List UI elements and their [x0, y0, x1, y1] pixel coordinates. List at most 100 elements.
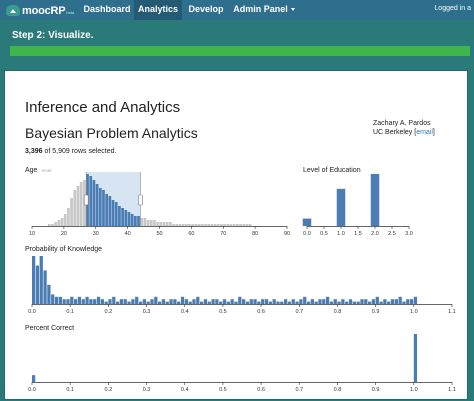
age-bar — [76, 186, 80, 226]
probability-bar — [345, 301, 349, 304]
age-bar — [124, 210, 128, 226]
age-x-tick-label: 20 — [61, 231, 67, 237]
probability-bar — [410, 299, 414, 304]
probability-bar — [238, 296, 242, 304]
age-bar — [185, 224, 188, 226]
probability-bar — [261, 299, 265, 304]
probability-bar — [333, 299, 337, 304]
probability-x-tick-label: 0.2 — [105, 309, 113, 315]
probability-bar — [299, 299, 303, 304]
nav-admin-panel[interactable]: Admin Panel — [232, 0, 296, 20]
probability-bar — [123, 299, 127, 304]
probability-bar — [116, 301, 120, 304]
nav-develop-label: Develop — [188, 4, 224, 14]
probability-bar — [32, 256, 36, 304]
probability-x-tick-label: 0.1 — [66, 309, 74, 315]
probability-bar — [318, 299, 322, 304]
probability-bar — [364, 299, 368, 304]
probability-bar — [119, 299, 124, 304]
age-bar — [236, 224, 239, 226]
probability-x-tick-label: 0.9 — [372, 309, 380, 315]
age-bar — [137, 216, 140, 226]
probability-x-tick-label: 1.0 — [410, 309, 418, 315]
age-bar — [162, 222, 166, 226]
age-bar — [213, 224, 217, 226]
probability-bar — [276, 301, 280, 304]
probability-bar — [368, 301, 372, 304]
percent-correct-x-tick-label: 0.6 — [257, 387, 265, 393]
probability-bar — [268, 301, 272, 304]
age-bar — [175, 224, 179, 226]
age-brush-handle-left — [83, 194, 89, 206]
percent-correct-x-tick-label: 0.4 — [181, 387, 189, 393]
visualization-panel: Inference and Analytics Bayesian Problem… — [4, 70, 468, 400]
percent-correct-x-tick-label: 0.7 — [295, 387, 303, 393]
age-bar — [159, 222, 163, 226]
age-bar — [242, 224, 246, 226]
age-bar — [73, 190, 77, 226]
age-bar — [248, 224, 252, 226]
probability-bar — [314, 301, 318, 304]
age-bar — [108, 196, 112, 226]
probability-bar — [100, 299, 104, 304]
age-brush-handle-right — [138, 194, 143, 206]
probability-bar — [112, 296, 116, 304]
probability-bar — [196, 296, 200, 304]
nav-analytics[interactable]: Analytics — [134, 0, 182, 20]
age-bar — [149, 220, 153, 226]
age-bar — [245, 224, 249, 226]
moocrp-logo[interactable]: moocRP beta — [6, 3, 74, 18]
probability-bar — [74, 299, 78, 304]
probability-bar — [70, 296, 74, 304]
age-bar — [111, 200, 115, 226]
probability-bar — [81, 299, 85, 304]
age-x-tick-label: 90 — [284, 231, 290, 237]
age-bar — [191, 224, 195, 226]
age-bar — [232, 224, 236, 226]
probability-bar — [165, 301, 169, 304]
percent-correct-x-tick-label: 0.3 — [143, 387, 151, 393]
probability-bar — [280, 301, 284, 304]
nav-dashboard[interactable]: Dashboard — [80, 0, 134, 20]
nav-analytics-label: Analytics — [137, 4, 179, 14]
education-x-tick-label: 1.0 — [337, 231, 345, 237]
percent-correct-bar — [413, 334, 418, 382]
percent-correct-x-tick-label: 0.1 — [66, 387, 74, 393]
probability-bar — [39, 256, 43, 304]
probability-bar — [146, 301, 150, 304]
nav-dashboard-label: Dashboard — [83, 4, 131, 14]
age-bar — [98, 188, 102, 226]
nav-admin-panel-label: Admin Panel — [233, 4, 288, 14]
age-bar — [130, 214, 134, 226]
nav-develop[interactable]: Develop — [183, 0, 229, 20]
age-bar — [47, 224, 51, 226]
charts-canvas[interactable]: 10 20 30 40 50 60 70 80 90 0.0 0.5 1.0 1.5 2.0 2.5 3.0 0… — [5, 71, 469, 401]
age-bar — [118, 206, 121, 226]
probability-bar — [253, 299, 257, 304]
probability-bar — [406, 299, 410, 304]
probability-bar — [131, 299, 135, 304]
age-bar — [165, 222, 169, 226]
percent-correct-x-tick-label: 0.2 — [105, 387, 113, 393]
probability-bar — [127, 301, 131, 304]
age-bar — [226, 224, 230, 226]
probability-bar — [142, 299, 146, 304]
probability-bar — [234, 301, 238, 304]
probability-bar — [230, 299, 234, 304]
probability-bar — [375, 296, 379, 304]
probability-bar — [222, 299, 227, 304]
login-status[interactable]: Logged in a — [434, 0, 471, 20]
probability-bar — [188, 301, 192, 304]
age-bar — [95, 184, 99, 226]
education-x-tick-label: 0.0 — [303, 231, 311, 237]
probability-bar — [135, 296, 139, 304]
age-x-tick-label: 40 — [125, 231, 131, 237]
probability-bar — [284, 299, 288, 304]
probability-bar — [322, 299, 326, 304]
age-bar — [60, 218, 64, 226]
probability-bar — [85, 296, 89, 304]
age-bar — [210, 224, 214, 226]
cloud-upload-icon — [6, 5, 20, 16]
probability-bar — [348, 299, 353, 304]
probability-bar — [226, 301, 230, 304]
